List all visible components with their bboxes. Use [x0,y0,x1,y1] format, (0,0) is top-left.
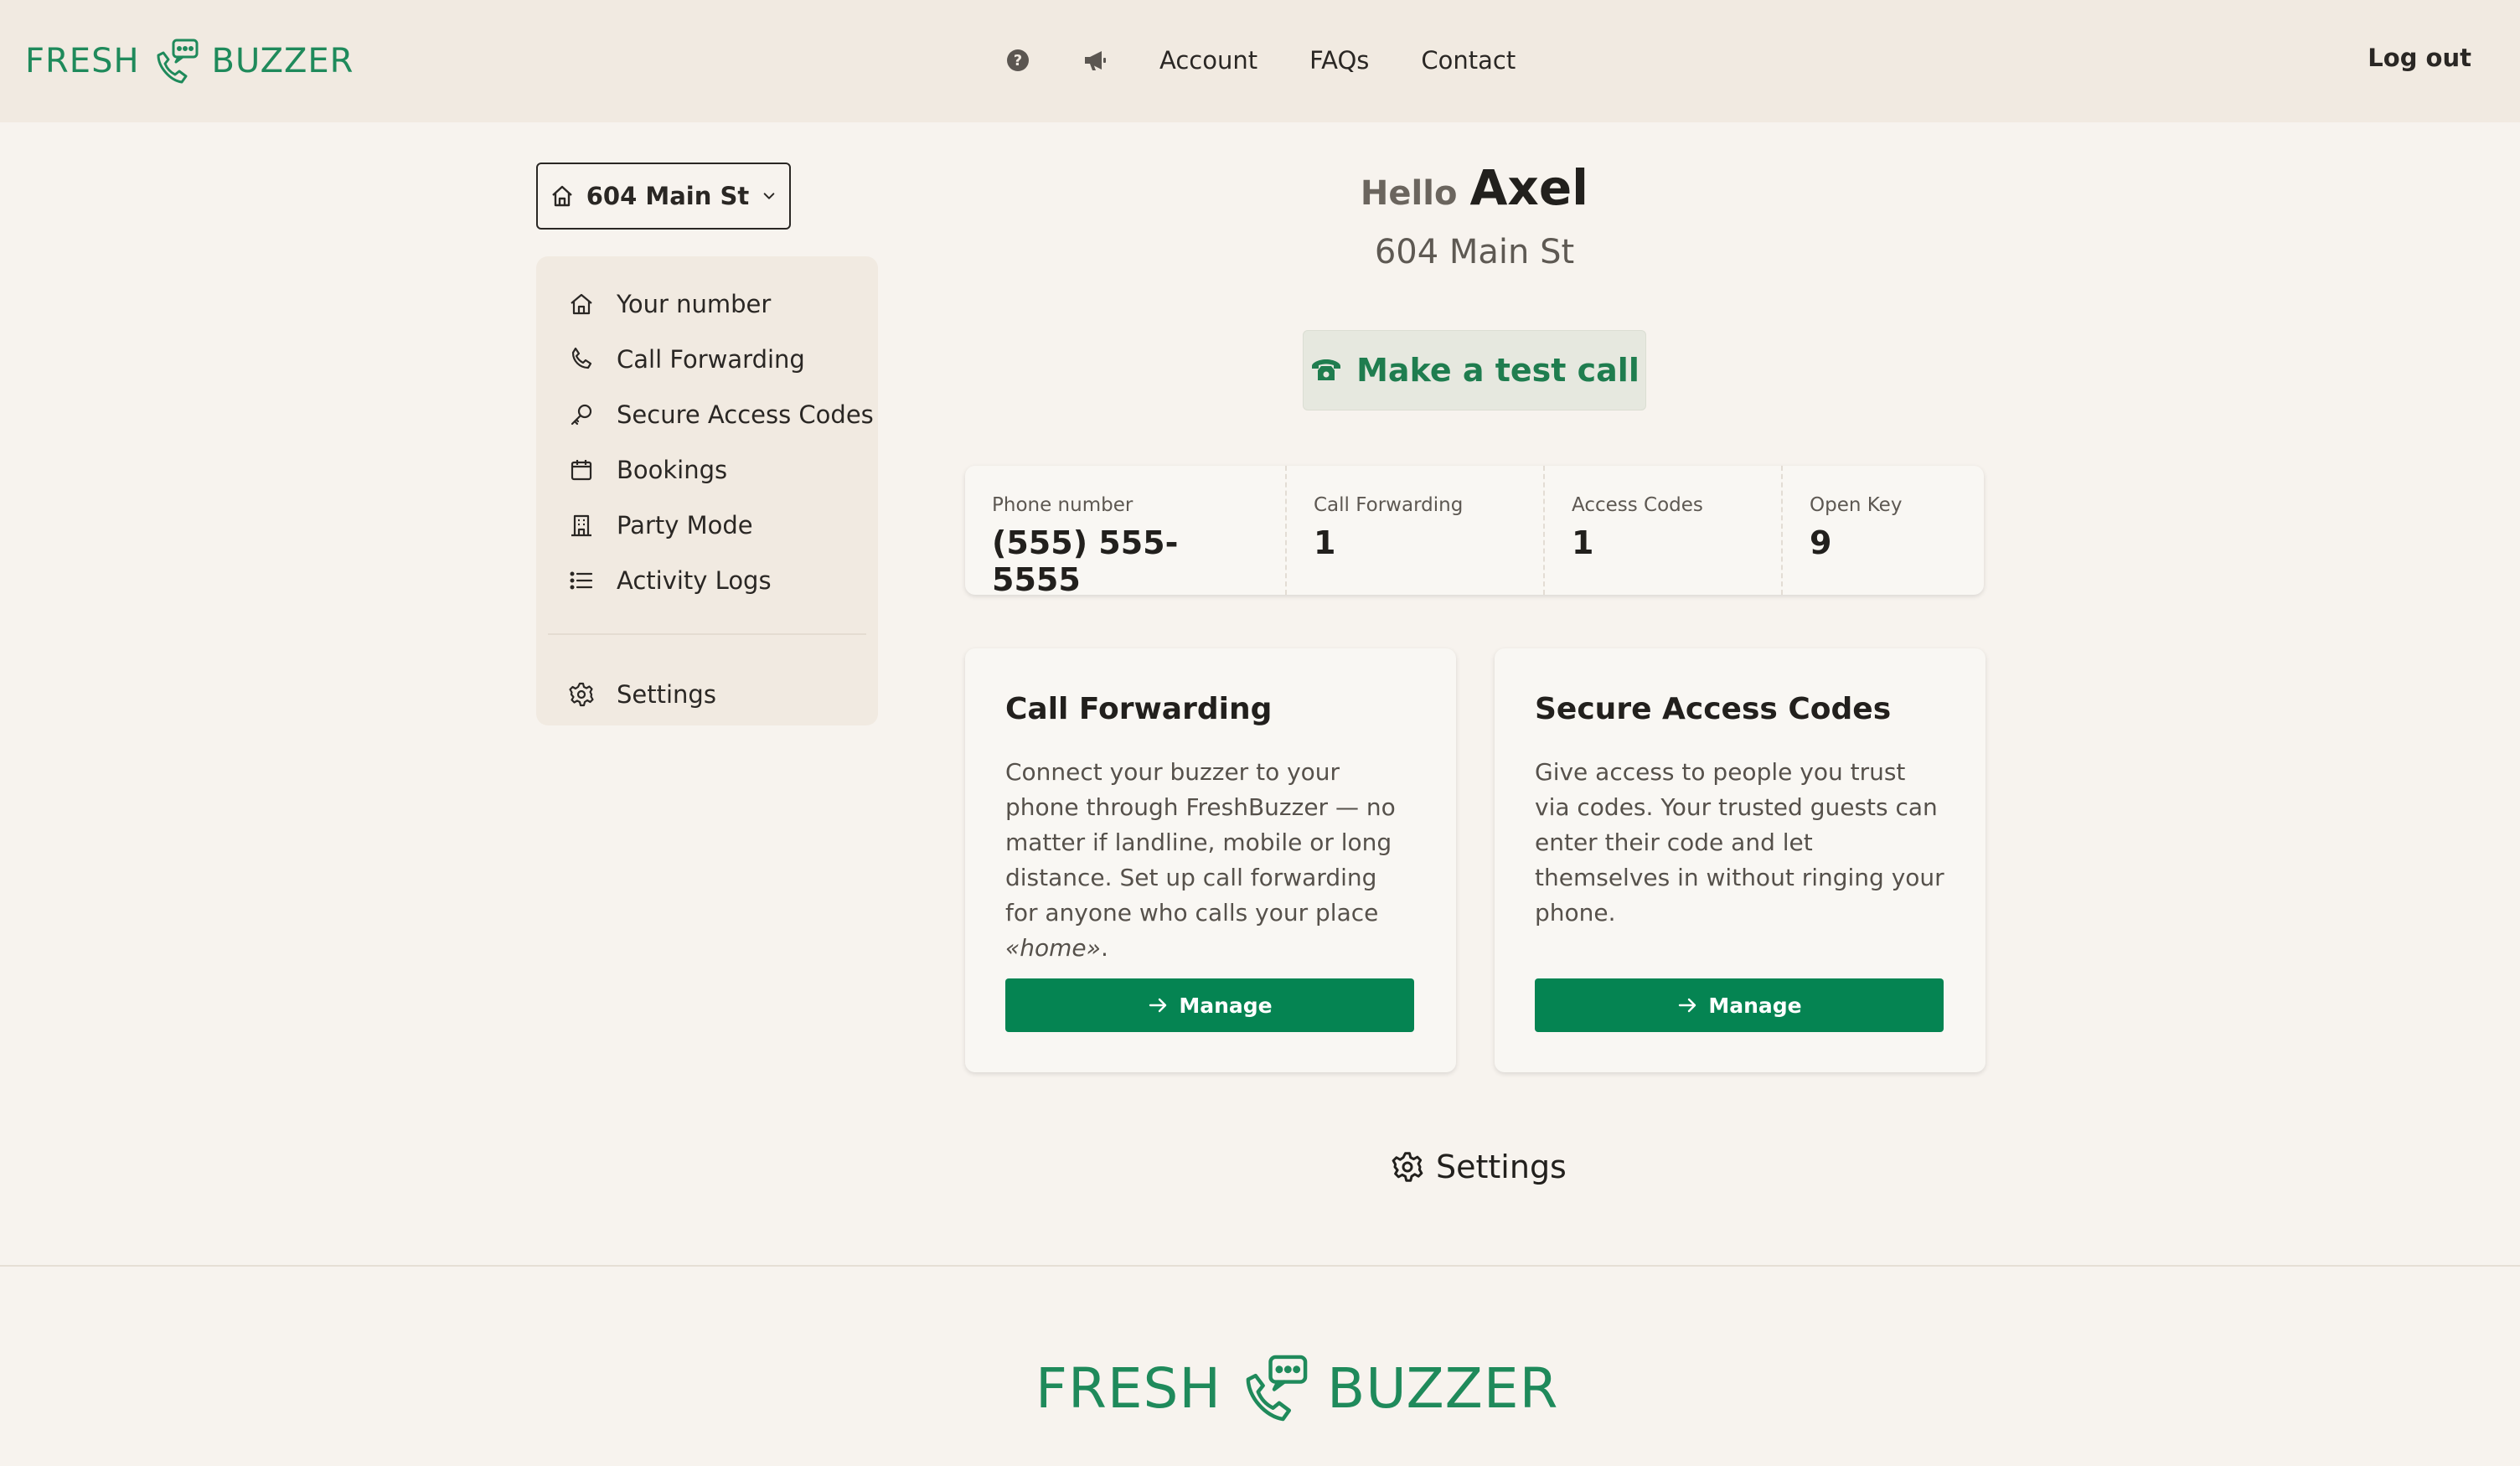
card-title: Call Forwarding [1005,692,1273,726]
card-title: Secure Access Codes [1535,692,1892,726]
secure-access-codes-manage-button[interactable]: Manage [1535,978,1944,1032]
stats-panel: Phone number (555) 555-5555 Call Forward… [965,466,1984,598]
make-test-call-button[interactable]: Make a test call [1303,330,1646,410]
sidebar-item-your-number[interactable]: Your number [536,276,878,332]
sidebar-item-label: Call Forwarding [617,345,805,374]
sidebar-item-bookings[interactable]: Bookings [536,442,878,498]
sidebar-item-secure-access-codes[interactable]: Secure Access Codes [536,387,878,442]
manage-label: Manage [1708,993,1802,1018]
phone-chat-icon [1246,1355,1308,1422]
current-address: 604 Main St [1374,233,1575,271]
stat-label: Call Forwarding [1314,494,1464,516]
list-icon [570,571,593,590]
settings-link[interactable]: Settings [1391,1146,1567,1188]
brand-left-text: FRESH [1035,1355,1222,1421]
sidebar-item-label: Secure Access Codes [617,400,874,429]
secure-access-codes-card: Secure Access Codes Give access to peopl… [1495,648,1986,1072]
sidebar-item-activity-logs[interactable]: Activity Logs [536,553,878,608]
building-icon [571,514,591,537]
sidebar-item-label: Activity Logs [617,566,772,595]
call-forwarding-card: Call Forwarding Connect your buzzer to y… [965,648,1456,1072]
stat-open-key: Open Key 9 [1783,466,1984,595]
sidebar-item-call-forwarding[interactable]: Call Forwarding [536,332,878,387]
megaphone-icon[interactable] [1082,48,1108,73]
top-navbar: FRESH BUZZER ? Account FAQs Contact Log … [0,0,2520,122]
card-description: Connect your buzzer to your phone throug… [1005,758,1396,962]
gear-icon [1392,1152,1423,1182]
settings-link-label: Settings [1436,1149,1567,1185]
stat-call-forwarding: Call Forwarding 1 [1287,466,1545,595]
call-forwarding-manage-button[interactable]: Manage [1005,978,1414,1032]
stat-value: 1 [1314,524,1336,561]
telephone-icon [1312,359,1341,380]
stat-value: 1 [1572,524,1594,561]
sidebar-item-settings[interactable]: Settings [536,667,878,722]
sidebar-item-label: Party Mode [617,511,753,539]
card-description: Give access to people you trust via code… [1535,758,1944,927]
manage-label: Manage [1179,993,1273,1018]
sidebar-item-label: Your number [617,290,772,318]
phone-chat-icon [157,39,199,84]
home-icon [571,293,592,315]
brand-right-text: BUZZER [1327,1355,1559,1421]
stat-value: (555) 555-5555 [992,524,1179,598]
nav-contact-link[interactable]: Contact [1421,46,1516,75]
greeting-text: Hello [1360,174,1458,213]
stat-access-codes: Access Codes 1 [1545,466,1783,595]
brand-right-text: BUZZER [211,42,354,80]
gear-icon [569,682,594,707]
sidebar-item-party-mode[interactable]: Party Mode [536,498,878,553]
logout-button[interactable]: Log out [2368,44,2471,72]
nav-account-link[interactable]: Account [1159,46,1257,75]
sidebar-menu: Your number Call Forwarding Secure Acces… [536,256,878,725]
user-name: Axel [1469,159,1589,216]
brand-logo[interactable]: FRESH BUZZER [25,35,354,87]
home-icon [551,185,572,207]
brand-left-text: FRESH [25,42,140,80]
sidebar-divider [548,633,866,635]
stat-label: Open Key [1810,494,1903,516]
sidebar-item-label: Settings [617,680,716,709]
help-circle-icon[interactable]: ? [1005,48,1030,73]
greeting-heading: Hello Axel [963,159,1986,216]
address-select-value: 604 Main St [586,182,750,210]
stat-value: 9 [1810,524,1832,561]
calendar-icon [571,460,592,481]
stat-phone-number: Phone number (555) 555-5555 [965,466,1287,598]
main-nav: ? Account FAQs Contact [1005,39,1516,82]
stat-label: Access Codes [1572,494,1703,516]
arrow-right-icon [1679,998,1696,1013]
nav-faqs-link[interactable]: FAQs [1309,46,1369,75]
sidebar-item-label: Bookings [617,456,728,484]
arrow-right-icon [1149,998,1167,1013]
footer-logo[interactable]: FRESH BUZZER [1035,1350,1558,1426]
key-icon [571,404,592,426]
phone-icon [571,347,592,369]
make-test-call-label: Make a test call [1356,352,1640,389]
stat-label: Phone number [992,494,1133,516]
svg-text:?: ? [1014,52,1022,70]
address-select[interactable]: 604 Main St [536,163,791,230]
chevron-down-icon [763,193,775,199]
footer-divider [0,1265,2520,1267]
